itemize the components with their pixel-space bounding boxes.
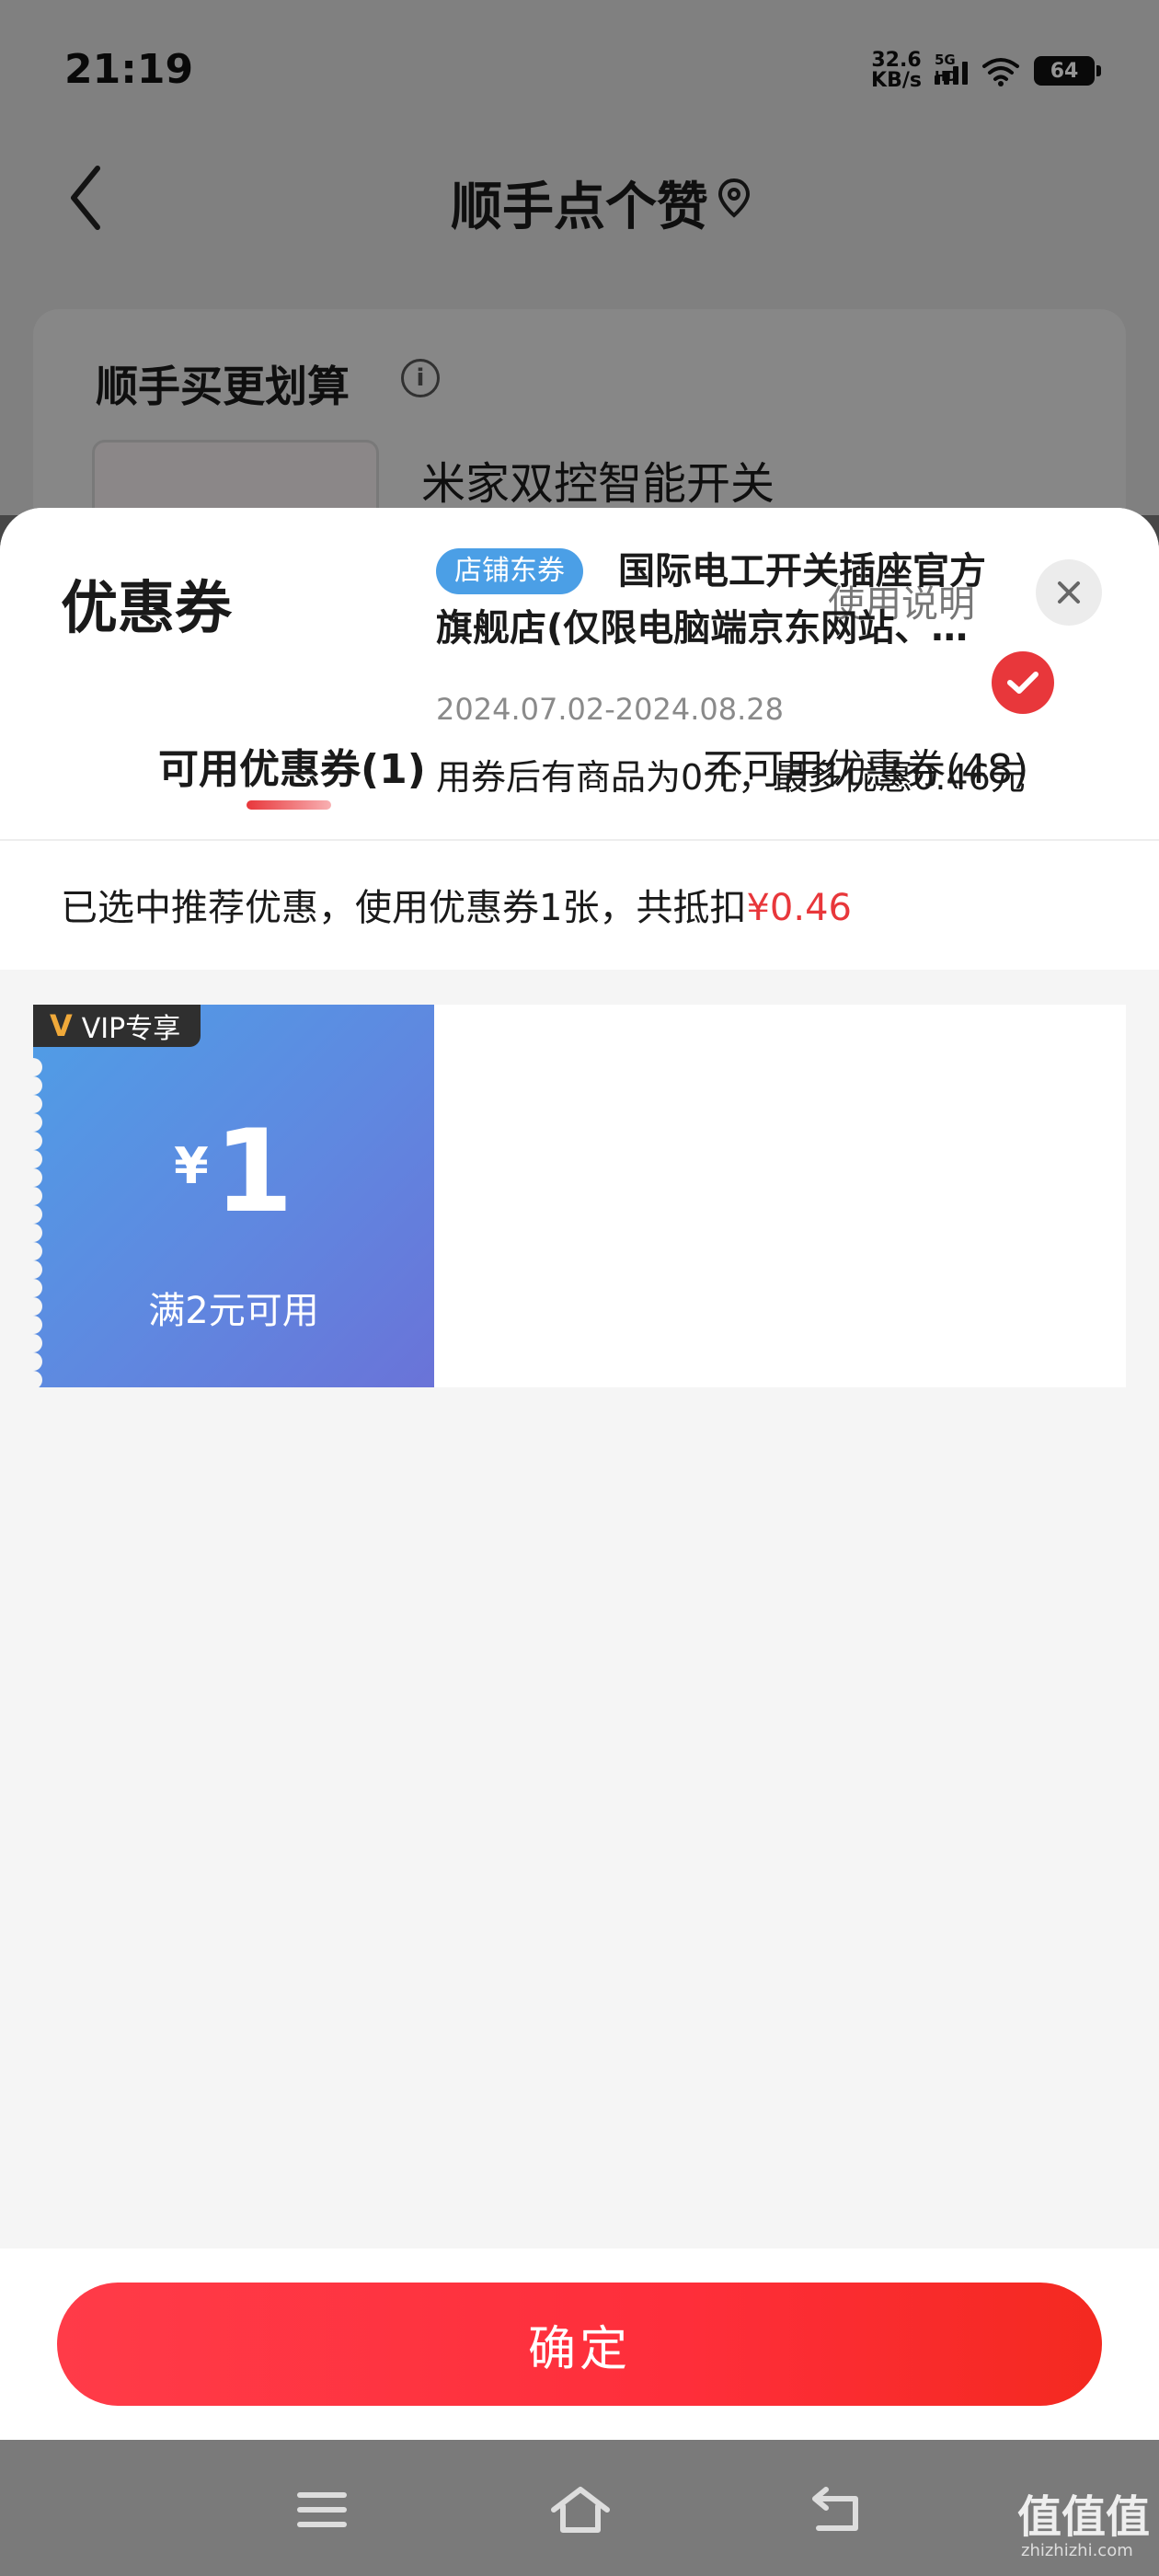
watermark-logo: 值值值 <box>1017 2491 1151 2543</box>
coupon-notch <box>33 1076 42 1095</box>
home-icon[interactable] <box>548 2484 613 2536</box>
coupon-selected-checkbox[interactable] <box>992 651 1054 714</box>
watermark-url: zhizhizhi.com <box>1021 2541 1133 2560</box>
coupon-notch <box>33 1352 42 1371</box>
coupon-sheet: 优惠券 使用说明 可用优惠券(1) 不可用优惠券(48) 已选中推荐优惠，使用优… <box>0 508 1159 2440</box>
coupon-value-panel: V VIP专享 ¥1 满2元可用 <box>33 1005 434 1387</box>
coupon-description: 用券后有商品为0元，最多优惠0.46元 <box>436 757 1026 798</box>
coupon-condition: 满2元可用 <box>148 1290 319 1332</box>
coupon-date-range: 2024.07.02-2024.08.28 <box>436 692 784 727</box>
coupon-notch <box>33 1058 42 1076</box>
coupon-notch <box>33 1260 42 1279</box>
close-button[interactable] <box>1036 559 1102 626</box>
coupon-type-badge: 店铺东券 <box>436 548 583 594</box>
coupon-notch <box>33 1371 42 1387</box>
confirm-button[interactable]: 确定 <box>57 2283 1102 2406</box>
tab-available-coupons[interactable]: 可用优惠券(1) <box>158 736 426 795</box>
back-icon[interactable] <box>809 2484 865 2536</box>
close-icon <box>1058 581 1080 604</box>
checkmark-icon <box>1007 672 1039 694</box>
coupon-card[interactable]: V VIP专享 ¥1 满2元可用 <box>33 1005 1126 1387</box>
summary-amount: ¥0.46 <box>746 887 852 929</box>
coupon-notch <box>33 1334 42 1352</box>
vip-logo-icon: V <box>50 1008 73 1043</box>
sheet-title: 优惠券 <box>61 574 233 641</box>
coupon-value: ¥1 <box>174 1106 293 1238</box>
active-tab-indicator <box>247 800 331 810</box>
menu-icon[interactable] <box>294 2484 350 2536</box>
coupon-notch <box>33 1242 42 1260</box>
vip-tag: V VIP专享 <box>33 1005 201 1047</box>
summary-text: 已选中推荐优惠，使用优惠券1张，共抵扣¥0.46 <box>61 887 852 929</box>
